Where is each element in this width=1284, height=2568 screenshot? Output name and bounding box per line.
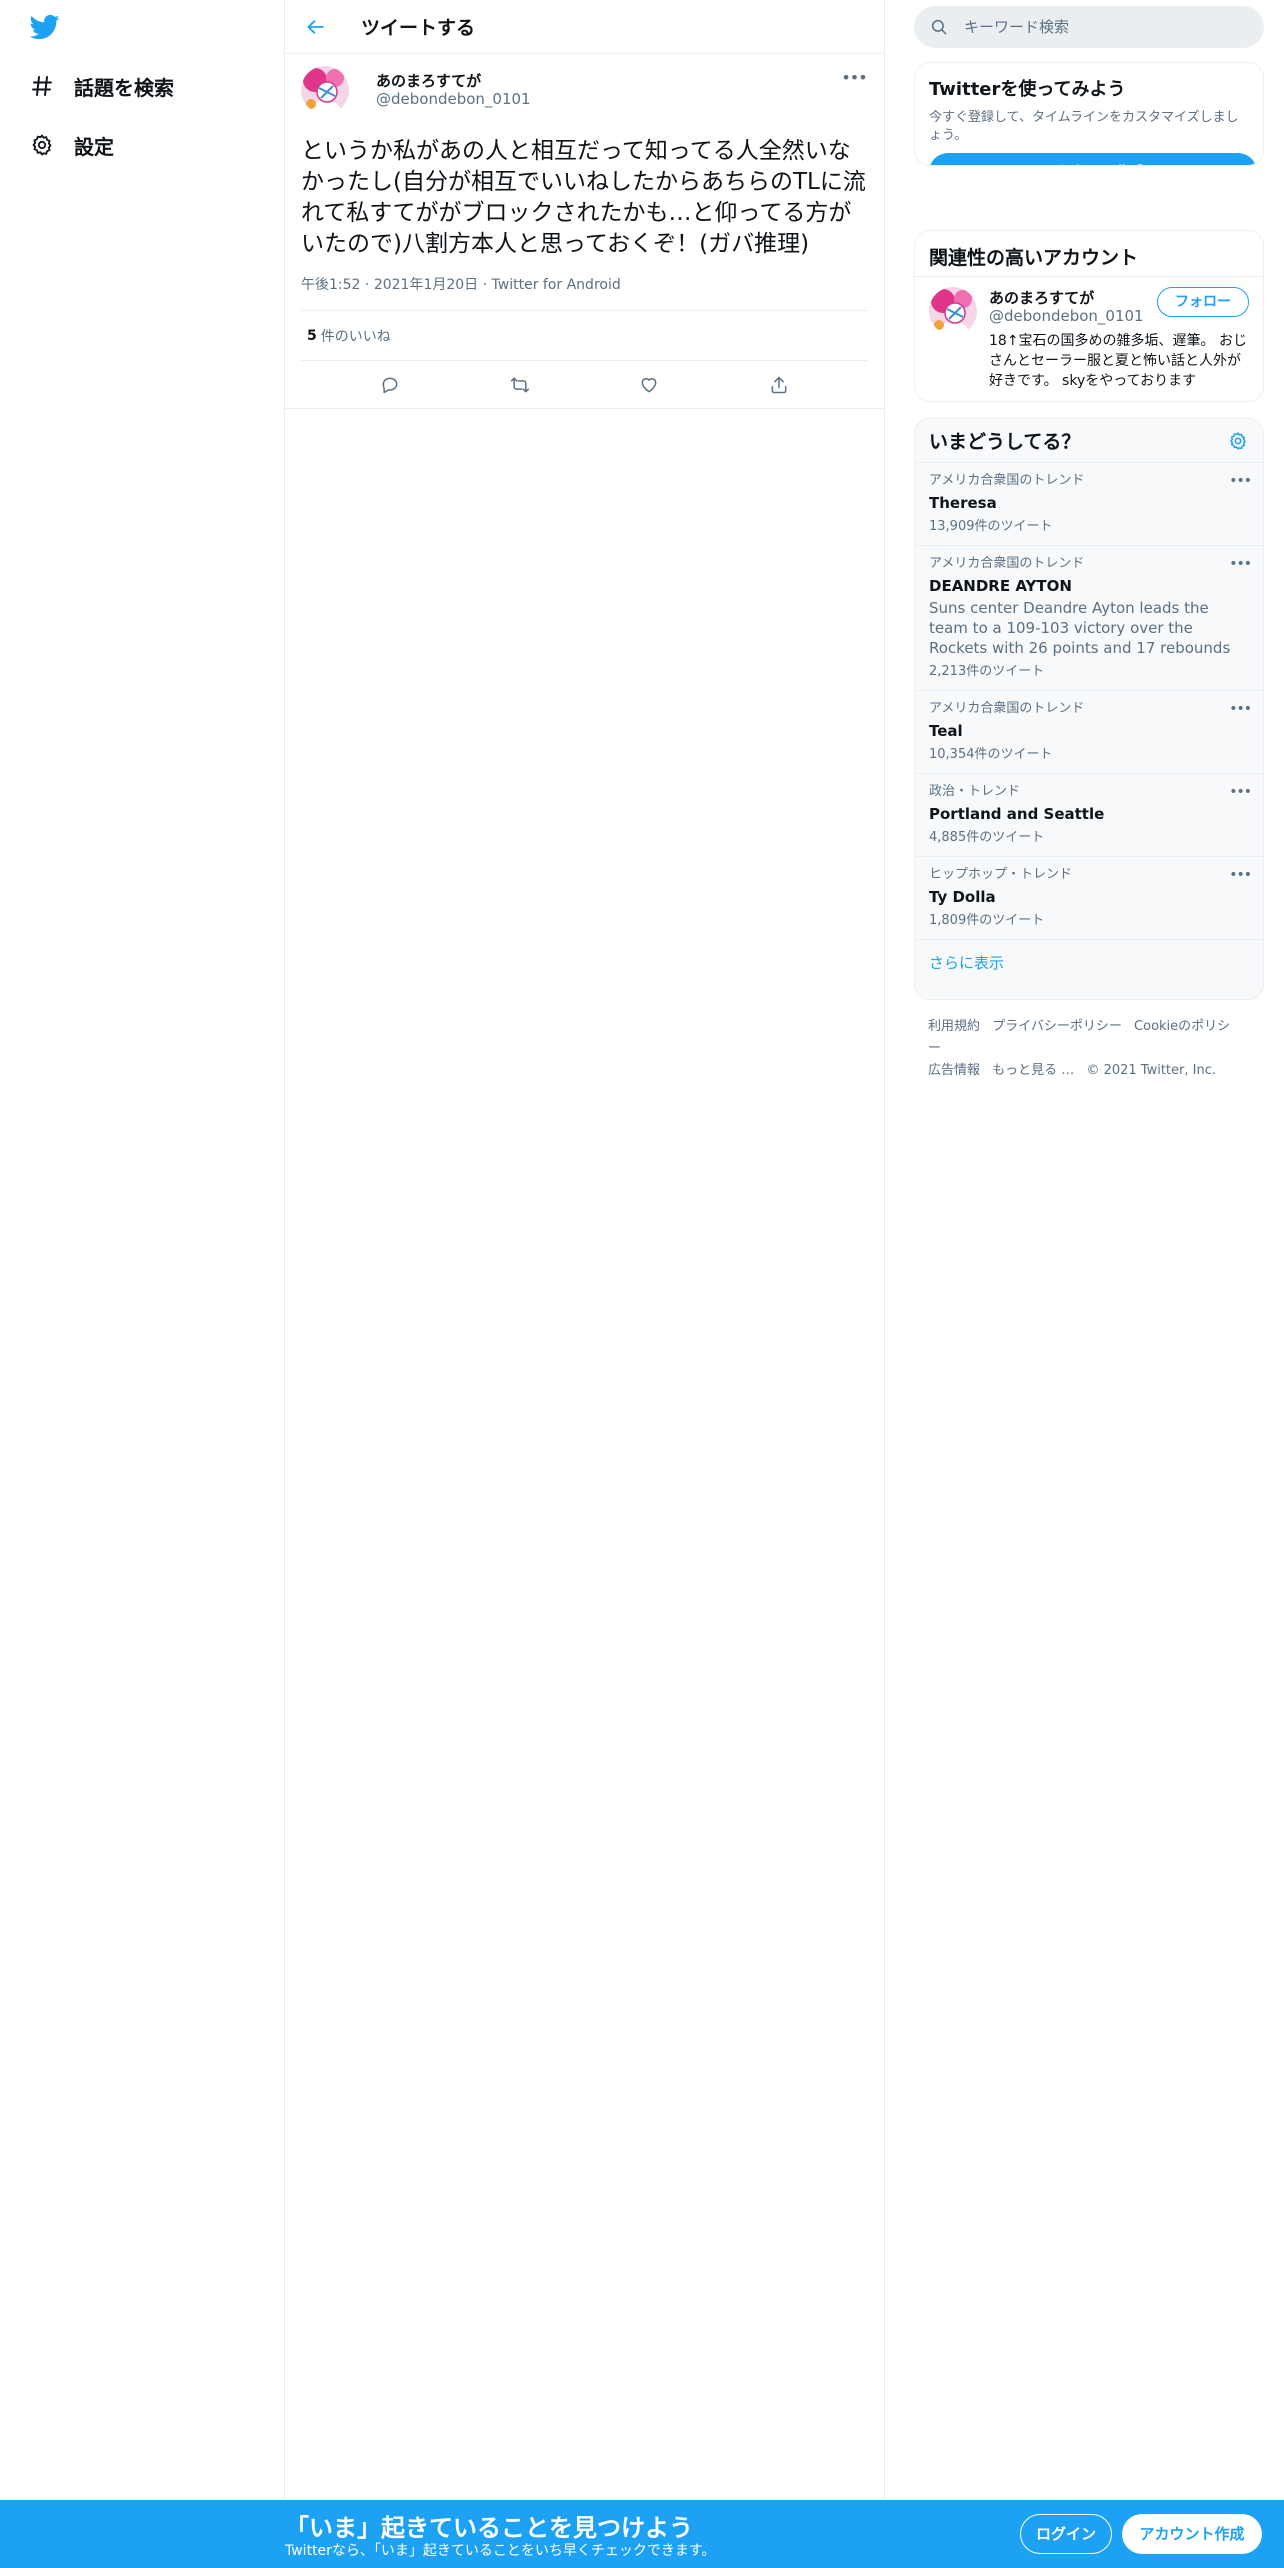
more-options-icon[interactable]: •••: [1229, 784, 1252, 800]
suggested-accounts-card: 関連性の高いアカウント あのまろすてが @debondebon_0101 フォロ…: [914, 230, 1264, 402]
trend-item[interactable]: ヒップホップ・トレンド Ty Dolla 1,809件のツイート •••: [915, 857, 1263, 940]
suggested-account-bio: 18↑宝石の国多めの雑多垢、遅筆。 おじさんとセーラー服と夏と怖い話と人外が好き…: [989, 333, 1247, 389]
back-button[interactable]: [301, 12, 331, 42]
like-button[interactable]: [631, 367, 667, 403]
trend-meta: アメリカ合衆国のトレンド: [929, 473, 1085, 488]
more-options-icon[interactable]: •••: [1229, 867, 1252, 883]
nav-settings[interactable]: 設定: [28, 125, 114, 165]
reply-button[interactable]: [372, 367, 408, 403]
tweet: あのまろすてが @debondebon_0101 ••• というか私があの人と相…: [285, 54, 884, 409]
trend-description: Suns center Deandre Ayton leads the team…: [929, 599, 1231, 657]
trend-item[interactable]: アメリカ合衆国のトレンド Theresa 13,909件のツイート •••: [915, 463, 1263, 546]
main-column: ツイートする あのまろすてが @debondebon_0101 ••• というか…: [285, 0, 885, 2500]
ads-info-link[interactable]: 広告情報: [928, 1063, 980, 1078]
trend-count: 10,354件のツイート: [929, 747, 1053, 762]
trend-name: DEANDRE AYTON: [929, 577, 1072, 595]
meta-separator: ·: [482, 277, 492, 293]
retweet-icon: [510, 377, 529, 392]
trend-item[interactable]: アメリカ合衆国のトレンド DEANDRE AYTON Suns center D…: [915, 546, 1263, 691]
trends-card: いまどうしてる？ アメリカ合衆国のトレンド Theresa 13,909件のツイ…: [914, 418, 1264, 1000]
trend-meta: 政治・トレンド: [929, 784, 1021, 799]
nav-explore[interactable]: 話題を検索: [28, 66, 174, 106]
trend-item[interactable]: 政治・トレンド Portland and Seattle 4,885件のツイート…: [915, 774, 1263, 857]
trends-header: いまどうしてる？: [915, 419, 1263, 463]
trend-count: 2,213件のツイート: [929, 664, 1045, 679]
create-account-button[interactable]: アカウント作成: [929, 153, 1257, 165]
twitter-logo-icon[interactable]: [28, 12, 62, 42]
terms-link[interactable]: 利用規約: [928, 1019, 980, 1034]
tweet-time[interactable]: 午後1:52: [301, 277, 360, 293]
author-handle[interactable]: @debondebon_0101: [376, 90, 531, 108]
tweet-meta: 午後1:52 · 2021年1月20日 · Twitter for Androi…: [301, 274, 868, 311]
privacy-link[interactable]: プライバシーポリシー: [992, 1019, 1122, 1034]
more-options-icon[interactable]: •••: [1229, 556, 1252, 572]
trend-name: Theresa: [929, 494, 997, 512]
more-options-icon[interactable]: •••: [1229, 473, 1252, 489]
suggested-account-name[interactable]: あのまろすてが: [989, 287, 1094, 308]
likes-label: 件のいいね: [320, 328, 391, 345]
trends-title: いまどうしてる？: [929, 431, 1081, 453]
gear-icon: [28, 131, 56, 159]
search-icon: [930, 17, 950, 37]
footer-links: 利用規約 プライバシーポリシー Cookieのポリシー 広告情報 もっと見る ……: [914, 1016, 1264, 1082]
trend-meta: ヒップホップ・トレンド: [929, 867, 1073, 882]
more-link[interactable]: もっと見る …: [992, 1063, 1074, 1078]
tweet-text: というか私があの人と相互だって知ってる人全然いなかったし(自分が相互でいいねした…: [301, 138, 866, 257]
signup-button[interactable]: アカウント作成: [1122, 2514, 1262, 2554]
tweet-source[interactable]: Twitter for Android: [492, 277, 621, 293]
trend-name: Portland and Seattle: [929, 805, 1105, 823]
search-bar[interactable]: [914, 6, 1264, 48]
more-options-icon[interactable]: •••: [840, 68, 868, 88]
tweet-author: あのまろすてが @debondebon_0101 •••: [301, 64, 868, 116]
suggested-account-handle: @debondebon_0101: [989, 307, 1144, 325]
trend-name: Teal: [929, 722, 963, 740]
arrow-left-icon: [307, 19, 324, 34]
signup-banner: 「いま」起きていることを見つけよう Twitterなら、「いま」起きていることを…: [0, 2500, 1284, 2568]
share-button[interactable]: [761, 367, 797, 403]
avatar[interactable]: [301, 66, 349, 114]
likes-count: 5: [307, 327, 317, 344]
show-more-link[interactable]: さらに表示: [915, 940, 1263, 985]
signup-card: Twitterを使ってみよう 今すぐ登録して、タイムラインをカスタマイズしましょ…: [914, 62, 1264, 166]
trend-count: 1,809件のツイート: [929, 913, 1045, 928]
page-header: ツイートする: [285, 0, 884, 54]
trend-count: 4,885件のツイート: [929, 830, 1045, 845]
follow-button[interactable]: フォロー: [1157, 287, 1249, 317]
banner-title: 「いま」起きていることを見つけよう: [285, 2514, 693, 2542]
nav-explore-label: 話題を検索: [74, 75, 174, 100]
reply-icon: [382, 377, 398, 393]
tweet-actions: [285, 361, 884, 409]
author-name[interactable]: あのまろすてが: [376, 70, 481, 91]
trend-name: Ty Dolla: [929, 888, 996, 906]
banner-subtitle: Twitterなら、「いま」起きていることをいち早くチェックできます。: [285, 2543, 716, 2559]
trend-item[interactable]: アメリカ合衆国のトレンド Teal 10,354件のツイート •••: [915, 691, 1263, 774]
page-title: ツイートする: [361, 17, 476, 39]
meta-separator: ·: [364, 277, 374, 293]
hashtag-icon: [28, 72, 56, 100]
nav-settings-label: 設定: [74, 134, 114, 159]
login-button[interactable]: ログイン: [1020, 2514, 1112, 2554]
retweet-button[interactable]: [502, 367, 538, 403]
suggested-accounts-title: 関連性の高いアカウント: [915, 231, 1263, 277]
trend-meta: アメリカ合衆国のトレンド: [929, 556, 1085, 571]
trend-meta: アメリカ合衆国のトレンド: [929, 701, 1085, 716]
left-nav: 話題を検索 設定: [0, 0, 285, 2568]
copyright: © 2021 Twitter, Inc.: [1086, 1063, 1216, 1078]
suggested-account[interactable]: あのまろすてが @debondebon_0101 フォロー 18↑宝石の国多めの…: [915, 277, 1263, 401]
trends-settings-gear-icon[interactable]: [1227, 430, 1249, 452]
signup-card-subtitle: 今すぐ登録して、タイムラインをカスタマイズしましょう。: [929, 110, 1239, 143]
heart-icon: [641, 377, 657, 392]
likes-stat[interactable]: 5 件のいいね: [301, 311, 868, 361]
share-icon: [771, 376, 787, 393]
more-options-icon[interactable]: •••: [1229, 701, 1252, 717]
tweet-date[interactable]: 2021年1月20日: [374, 277, 478, 293]
avatar[interactable]: [929, 287, 977, 335]
search-input[interactable]: [964, 18, 1244, 36]
signup-card-title: Twitterを使ってみよう: [929, 79, 1126, 100]
trend-count: 13,909件のツイート: [929, 519, 1053, 534]
